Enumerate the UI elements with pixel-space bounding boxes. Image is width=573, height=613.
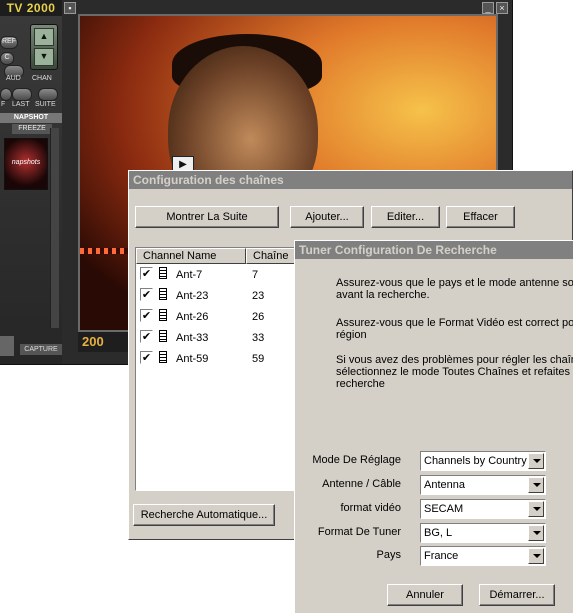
country-select[interactable]: France: [420, 546, 546, 566]
chan-label: CHAN: [32, 75, 52, 82]
channel-name: Ant-7: [176, 269, 203, 281]
snapshot-thumbnail[interactable]: napshots: [4, 138, 48, 190]
channel-up-icon[interactable]: ▲: [34, 28, 54, 46]
last-button[interactable]: [12, 88, 32, 101]
capture-button[interactable]: CAPTURE: [20, 344, 62, 355]
chevron-down-icon[interactable]: [528, 453, 544, 469]
tuner-format-value: BG, L: [424, 527, 453, 539]
row-checkbox[interactable]: ✔: [140, 267, 153, 280]
channel-name: Ant-33: [176, 332, 209, 344]
tv-channel-icon: [159, 267, 167, 279]
capture-side-button[interactable]: [0, 336, 14, 356]
list-item[interactable]: ✔ Ant-26 26: [136, 308, 304, 329]
row-checkbox[interactable]: ✔: [140, 309, 153, 322]
minimize-icon[interactable]: _: [482, 2, 494, 14]
suite-label: SUITE: [35, 101, 56, 108]
ref-button[interactable]: REF: [0, 36, 18, 49]
channel-rocker[interactable]: ▲ ▼: [30, 24, 58, 70]
freeze-button[interactable]: FREEZE: [12, 124, 52, 134]
close-icon[interactable]: ×: [496, 2, 508, 14]
antenna-cable-value: Antenna: [424, 479, 465, 491]
tuning-mode-label: Mode De Réglage: [312, 454, 401, 466]
channel-number-display: 200: [82, 334, 104, 349]
row-checkbox[interactable]: ✔: [140, 351, 153, 364]
list-item[interactable]: ✔ Ant-23 23: [136, 287, 304, 308]
app-title: TV 2000: [0, 0, 62, 16]
control-panel: TV 2000 REF C AUD ▲ ▼ CHAN F LAST SUITE …: [0, 0, 62, 364]
snapshot-thumb-label: napshots: [11, 159, 41, 166]
antenna-cable-label: Antenne / Câble: [322, 478, 401, 490]
tv-channel-icon: [159, 288, 167, 300]
tv-channel-icon: [159, 309, 167, 321]
list-item[interactable]: ✔ Ant-33 33: [136, 329, 304, 350]
channel-down-icon[interactable]: ▼: [34, 48, 54, 66]
channel-name: Ant-59: [176, 353, 209, 365]
f-label: F: [1, 101, 6, 108]
chevron-down-icon[interactable]: [528, 501, 544, 517]
channel-number: 59: [252, 353, 265, 365]
tv-channel-icon: [159, 330, 167, 342]
add-button[interactable]: Ajouter...: [290, 206, 364, 228]
tv-channel-icon: [159, 351, 167, 363]
auto-search-button[interactable]: Recherche Automatique...: [133, 504, 275, 526]
video-format-label: format vidéo: [340, 502, 401, 514]
suite-button[interactable]: [38, 88, 58, 101]
tuning-mode-select[interactable]: Channels by Country: [420, 451, 546, 471]
list-item[interactable]: ✔ Ant-7 7: [136, 266, 304, 287]
tuner-format-label: Format De Tuner: [317, 526, 401, 538]
country-value: France: [424, 550, 459, 562]
channel-number: 7: [252, 269, 259, 281]
chevron-down-icon[interactable]: [528, 525, 544, 541]
c-button[interactable]: C: [0, 52, 14, 65]
list-item[interactable]: ✔ Ant-59 59: [136, 350, 304, 371]
last-label: LAST: [12, 101, 30, 108]
info-paragraph-country: Assurez-vous que le pays et le mode ante…: [336, 277, 573, 301]
info-paragraph-video-format: Assurez-vous que le Format Vidéo est cor…: [336, 317, 573, 341]
f-button[interactable]: [0, 88, 12, 101]
show-more-button[interactable]: Montrer La Suite: [135, 206, 279, 228]
tuning-mode-value: Channels by Country: [424, 455, 527, 467]
antenna-cable-select[interactable]: Antenna: [420, 475, 546, 495]
tuner-format-select[interactable]: BG, L: [420, 523, 546, 543]
menu-icon[interactable]: ▪: [64, 2, 76, 14]
channel-name: Ant-26: [176, 311, 209, 323]
chevron-down-icon[interactable]: [528, 548, 544, 564]
snapshot-scrollbar[interactable]: [50, 128, 59, 328]
cancel-button[interactable]: Annuler: [387, 584, 463, 606]
column-header-channel-name[interactable]: Channel Name: [136, 248, 246, 264]
channel-config-title: Configuration des chaînes: [129, 171, 572, 189]
aud-label: AUD: [6, 75, 21, 82]
tuner-config-title: Tuner Configuration De Recherche: [295, 241, 573, 259]
snapshot-header: NAPSHOT: [0, 113, 62, 123]
channel-number: 23: [252, 290, 265, 302]
channel-number: 33: [252, 332, 265, 344]
row-checkbox[interactable]: ✔: [140, 288, 153, 301]
start-button[interactable]: Démarrer...: [479, 584, 555, 606]
video-format-value: SECAM: [424, 503, 464, 515]
channel-list[interactable]: Channel Name Chaîne ✔ Ant-7 7 ✔ Ant-23 2…: [135, 247, 303, 491]
edit-button[interactable]: Editer...: [371, 206, 440, 228]
tuner-config-dialog: Tuner Configuration De Recherche Assurez…: [294, 240, 573, 613]
channel-number: 26: [252, 311, 265, 323]
chevron-down-icon[interactable]: [528, 477, 544, 493]
info-paragraph-troubleshoot: Si vous avez des problèmes pour régler l…: [336, 354, 573, 390]
delete-button[interactable]: Effacer: [446, 206, 515, 228]
row-checkbox[interactable]: ✔: [140, 330, 153, 343]
channel-name: Ant-23: [176, 290, 209, 302]
video-format-select[interactable]: SECAM: [420, 499, 546, 519]
country-label: Pays: [376, 549, 401, 561]
